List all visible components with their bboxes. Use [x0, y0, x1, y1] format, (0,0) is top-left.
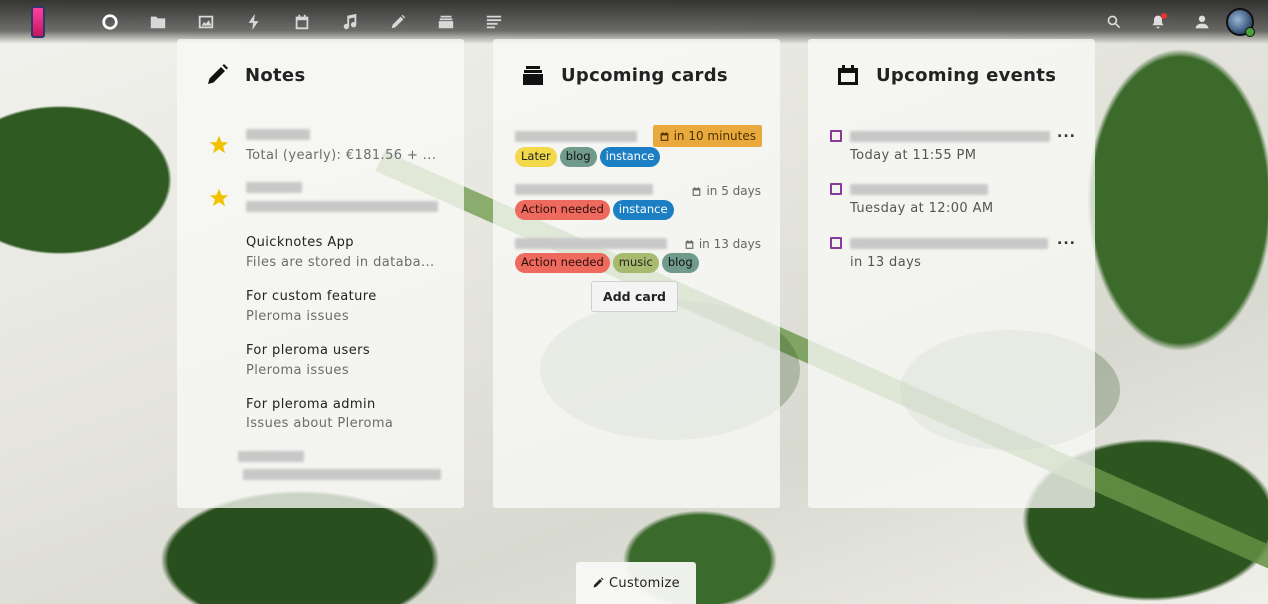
card-title — [515, 131, 637, 142]
card-item[interactable]: in 13 days Action needed music blog — [515, 237, 761, 277]
customize-button[interactable]: Customize — [576, 562, 696, 604]
due-text: in 5 days — [706, 184, 761, 198]
due-text: in 10 minutes — [673, 129, 756, 143]
events-panel: Upcoming events ... Today at 11:55 PM Tu… — [808, 39, 1095, 508]
customize-label: Customize — [609, 575, 680, 591]
due-badge: in 5 days — [691, 184, 761, 198]
notes-panel: Notes Total (yearly): €181.56 + ... Quic… — [177, 39, 464, 508]
card-labels: Action needed music blog — [515, 253, 699, 273]
events-panel-header: Upcoming events — [836, 63, 1056, 87]
user-avatar[interactable] — [1226, 8, 1255, 37]
notes-panel-header: Notes — [205, 63, 305, 87]
notification-dot — [1161, 13, 1167, 19]
star-icon[interactable] — [208, 187, 230, 209]
files-icon[interactable] — [134, 10, 182, 34]
card-item[interactable]: in 10 minutes Later blog instance — [515, 125, 762, 171]
calendar-icon — [660, 131, 668, 141]
card-labels: Later blog instance — [515, 147, 661, 167]
event-time: in 13 days — [850, 255, 922, 270]
add-card-button[interactable]: Add card — [591, 281, 678, 312]
due-badge: in 13 days — [684, 237, 761, 251]
calendar-icon — [685, 239, 694, 249]
event-title — [850, 184, 988, 195]
note-subtitle: Total (yearly): €181.56 + ... — [246, 148, 437, 163]
note-title: For pleroma admin — [246, 397, 376, 412]
more-icon[interactable]: ... — [1057, 232, 1076, 248]
contacts-icon[interactable] — [1180, 8, 1224, 36]
note-subtitle: Files are stored in databa... — [246, 255, 435, 270]
note-title — [238, 451, 304, 466]
calendar-icon — [838, 65, 858, 85]
photos-icon[interactable] — [182, 10, 230, 34]
cards-panel-header: Upcoming cards — [521, 63, 728, 87]
app-navigation — [86, 10, 518, 34]
label-tag: Action needed — [515, 200, 610, 220]
note-title: For pleroma users — [246, 343, 371, 358]
panel-title: Upcoming cards — [561, 64, 728, 86]
event-time: Tuesday at 12:00 AM — [850, 201, 994, 216]
header-right — [1092, 8, 1268, 37]
dashboard-icon[interactable] — [86, 10, 134, 34]
star-icon[interactable] — [208, 134, 230, 156]
due-text: in 13 days — [698, 237, 761, 251]
event-title — [850, 238, 1048, 249]
deck-icon — [523, 66, 543, 85]
notifications-icon[interactable] — [1136, 8, 1180, 36]
label-tag: blog — [661, 253, 699, 273]
note-subtitle: Pleroma issues — [246, 309, 349, 324]
calendar-icon — [693, 186, 701, 196]
note-title: Quicknotes App — [246, 235, 354, 250]
note-subtitle: Pleroma issues — [246, 363, 349, 378]
text-icon[interactable] — [470, 10, 518, 34]
card-labels: Action needed instance — [515, 200, 674, 220]
event-color-icon — [830, 237, 842, 249]
activity-icon[interactable] — [230, 10, 278, 34]
event-color-icon — [830, 183, 842, 195]
top-header — [0, 0, 1268, 44]
cards-panel: Upcoming cards in 10 minutes Later blog … — [493, 39, 780, 508]
event-color-icon — [830, 130, 842, 142]
status-indicator — [1245, 27, 1255, 37]
label-tag: blog — [559, 147, 597, 167]
pencil-icon — [208, 64, 228, 84]
panel-title: Notes — [245, 64, 306, 86]
more-icon[interactable]: ... — [1057, 125, 1076, 141]
card-title — [515, 184, 653, 195]
event-title — [850, 131, 1050, 142]
due-badge: in 10 minutes — [652, 125, 762, 147]
label-tag: instance — [599, 147, 661, 167]
card-title — [515, 238, 667, 249]
label-tag: Later — [515, 147, 557, 167]
note-title — [246, 129, 310, 144]
label-tag: music — [612, 253, 659, 273]
note-subtitle — [243, 469, 441, 484]
label-tag: instance — [612, 200, 674, 220]
note-subtitle: Issues about Pleroma — [246, 416, 394, 431]
pencil-icon — [593, 577, 604, 588]
note-title: For custom feature — [246, 289, 377, 304]
card-item[interactable]: in 5 days Action needed instance — [515, 184, 761, 224]
note-subtitle — [246, 201, 438, 216]
event-time: Today at 11:55 PM — [850, 148, 977, 163]
note-title — [246, 182, 302, 197]
panel-title: Upcoming events — [876, 64, 1057, 86]
label-tag: Action needed — [515, 253, 610, 273]
music-icon[interactable] — [326, 10, 374, 34]
calendar-icon[interactable] — [278, 10, 326, 34]
deck-icon[interactable] — [422, 10, 470, 34]
app-logo[interactable] — [31, 6, 45, 38]
notes-icon[interactable] — [374, 10, 422, 34]
search-icon[interactable] — [1092, 8, 1136, 36]
